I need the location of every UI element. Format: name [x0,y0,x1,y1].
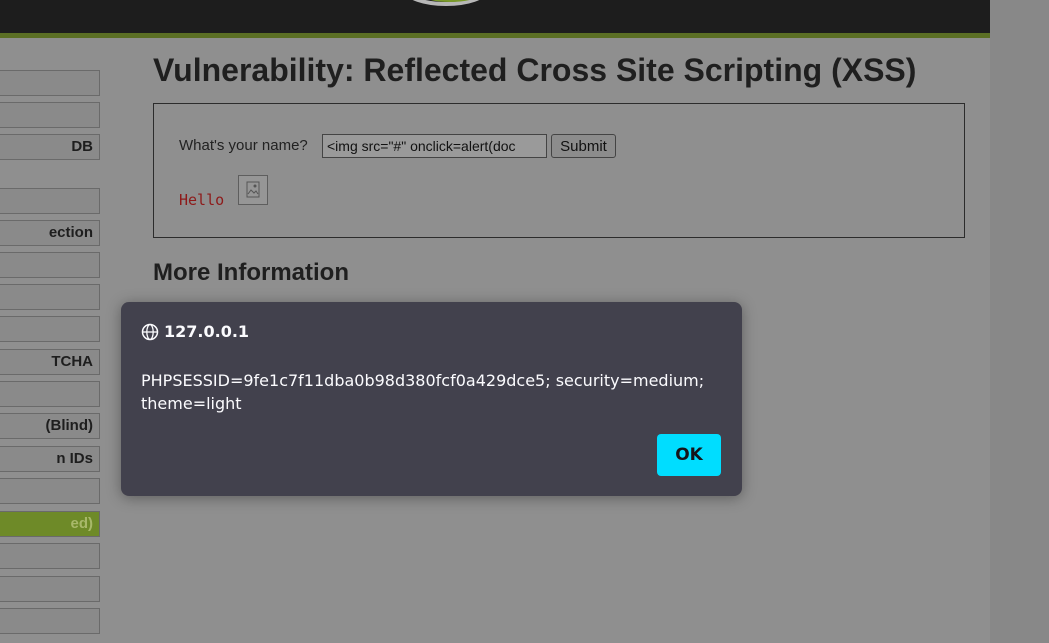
sidebar-item[interactable] [0,284,100,310]
sidebar-item[interactable] [0,70,100,96]
sidebar-item-label: ed) [70,515,94,532]
dialog-message: PHPSESSID=9fe1c7f11dba0b98d380fcf0a429dc… [141,371,705,413]
sidebar-item[interactable]: ection [0,220,100,246]
ok-button[interactable]: OK [657,434,721,476]
sidebar-item[interactable]: DB [0,134,100,160]
dialog-origin: 127.0.0.1 [141,322,249,341]
broken-image-icon[interactable] [238,175,268,205]
page-title: Vulnerability: Reflected Cross Site Scri… [153,52,917,88]
sidebar-item-label: DB [71,138,93,155]
name-input[interactable] [322,134,547,158]
header-bar [0,0,990,33]
page-gutter [990,0,1049,643]
sidebar-item[interactable] [0,478,100,504]
sidebar-item[interactable]: ed) [0,511,100,537]
sidebar-item[interactable]: TCHA [0,349,100,375]
sidebar-item-label: (Blind) [45,417,93,434]
sidebar-item-label: n IDs [56,450,93,467]
sidebar-item-label: TCHA [51,353,93,370]
sidebar-item[interactable] [0,102,100,128]
sidebar-item-label: ection [48,224,93,241]
sidebar-item[interactable] [0,316,100,342]
vulnerability-form-box: What's your name? Submit Hello [153,103,965,238]
hello-output: Hello [179,191,225,209]
dvwa-logo [412,0,480,6]
submit-button[interactable]: Submit [551,134,616,158]
globe-icon [141,323,159,340]
sidebar-item[interactable] [0,543,100,569]
sidebar-item[interactable] [0,381,100,407]
sidebar-item[interactable] [0,576,100,602]
sidebar-item[interactable] [0,252,100,278]
sidebar-item[interactable]: n IDs [0,446,100,472]
alert-dialog: 127.0.0.1 PHPSESSID=9fe1c7f11dba0b98d380… [121,302,742,496]
more-information-heading: More Information [153,259,349,286]
sidebar-item[interactable] [0,188,100,214]
header-stripe [0,33,990,38]
sidebar-item[interactable]: (Blind) [0,413,100,439]
dialog-origin-text: 127.0.0.1 [164,322,250,341]
name-label: What's your name? [179,137,308,154]
sidebar-item[interactable] [0,608,100,634]
